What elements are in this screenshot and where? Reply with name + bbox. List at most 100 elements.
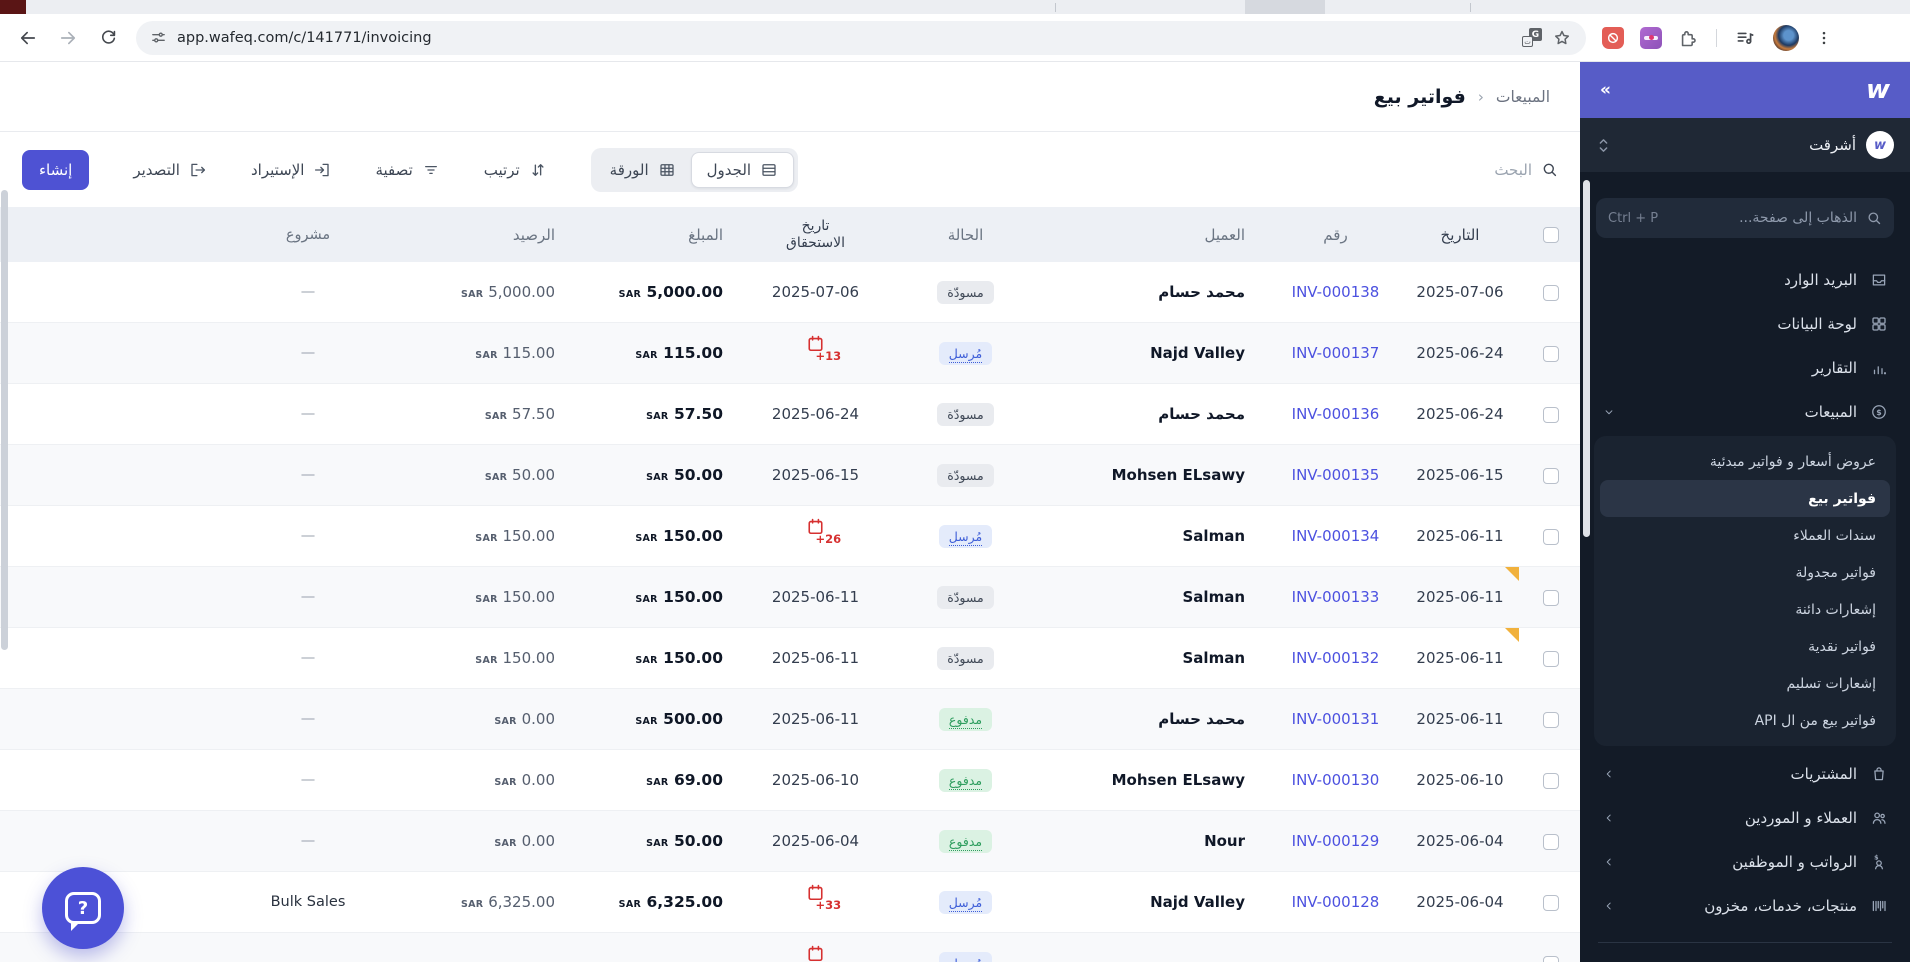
row-checkbox[interactable]: [1543, 528, 1559, 545]
invoice-row[interactable]: مُرسل: [0, 933, 1580, 962]
row-checkbox[interactable]: [1543, 711, 1559, 728]
sidebar-scrollbar-thumb[interactable]: [1583, 180, 1590, 537]
column-header-date[interactable]: التاريخ: [1398, 226, 1522, 244]
workspace-name: أشرقت: [1809, 136, 1856, 154]
row-checkbox[interactable]: [1543, 894, 1559, 911]
invoice-link[interactable]: INV-000136: [1292, 405, 1380, 423]
sidebar-item[interactable]: البريد الوارد: [1594, 258, 1896, 302]
translate-icon[interactable]: Gت: [1522, 28, 1542, 47]
browser-profile-avatar[interactable]: [1773, 24, 1799, 51]
row-checkbox[interactable]: [1543, 284, 1559, 301]
view-table-button[interactable]: الجدول: [690, 151, 795, 188]
invoice-link[interactable]: INV-000138: [1292, 283, 1380, 301]
invoice-row[interactable]: 2025-06-04 INV-000129 Nour مدفوع 2025-06-04 S…: [0, 811, 1580, 872]
view-sheet-button[interactable]: الورقة: [595, 152, 691, 188]
row-checkbox[interactable]: [1543, 467, 1559, 484]
invoice-link[interactable]: INV-000132: [1292, 649, 1380, 667]
invoice-row[interactable]: 2025-06-15 INV-000135 Mohsen ELsawy مسودّة 2…: [0, 445, 1580, 506]
menu-kebab-icon[interactable]: [1815, 29, 1833, 47]
submenu-item-active[interactable]: فواتير بيع: [1600, 480, 1890, 517]
page-scrollbar-thumb[interactable]: [1, 190, 8, 650]
site-info-icon[interactable]: [150, 29, 167, 46]
sidebar-collapse-icon[interactable]: »: [1600, 80, 1611, 100]
import-button[interactable]: الإستيراد: [251, 161, 331, 179]
submenu-item[interactable]: سندات العملاء: [1600, 517, 1890, 554]
workspace-switcher[interactable]: w أشرقت: [1580, 118, 1910, 172]
invoice-link[interactable]: INV-000135: [1292, 466, 1380, 484]
sheet-view-icon: [658, 161, 676, 179]
row-checkbox[interactable]: [1543, 955, 1559, 962]
invoice-link[interactable]: INV-000137: [1292, 344, 1380, 362]
invoice-row[interactable]: 2025-06-11 INV-000133 Salman مسودّة 2025-06-…: [0, 567, 1580, 628]
due-header-line1: تاريخ: [801, 217, 830, 234]
invoice-row[interactable]: 2025-06-11 INV-000134 Salman مُرسل +26 SAR 15…: [0, 506, 1580, 567]
sidebar-item[interactable]: $ المبيعات: [1594, 390, 1896, 434]
invoice-status: مُرسل: [898, 341, 1033, 365]
sidebar-group[interactable]: $ الرواتب و الموظفين: [1594, 840, 1896, 884]
column-header-status[interactable]: الحالة: [898, 226, 1033, 244]
row-checkbox[interactable]: [1543, 772, 1559, 789]
invoice-link[interactable]: INV-000134: [1292, 527, 1380, 545]
column-header-balance[interactable]: الرصيد: [428, 226, 583, 244]
extensions-puzzle-icon[interactable]: [1678, 28, 1698, 48]
invoice-link[interactable]: INV-000133: [1292, 588, 1380, 606]
breadcrumb: المبيعات ‹ فواتير بيع: [0, 62, 1580, 132]
reading-list-icon[interactable]: [1735, 28, 1755, 48]
column-header-due-date[interactable]: تاريخ الاستحقاق: [733, 218, 898, 252]
select-all-checkbox[interactable]: [1543, 227, 1559, 243]
sidebar-group[interactable]: منتجات، خدمات، مخزون: [1594, 884, 1896, 928]
invoice-row[interactable]: 2025-06-04 INV-000128 Najd Valley مُرسل +33 S…: [0, 872, 1580, 933]
sort-button[interactable]: ترتيب: [484, 161, 547, 179]
create-button[interactable]: إنشاء: [22, 149, 90, 190]
url-bar[interactable]: app.wafeq.com/c/141771/invoicing Gت: [136, 20, 1586, 55]
row-checkbox[interactable]: [1543, 833, 1559, 850]
sidebar-item[interactable]: التقارير: [1594, 346, 1896, 390]
invoice-row[interactable]: 2025-06-10 INV-000130 Mohsen ELsawy مدفوع 20…: [0, 750, 1580, 811]
invoice-status: مسودّة: [898, 402, 1033, 426]
row-checkbox[interactable]: [1543, 345, 1559, 362]
invoice-link[interactable]: INV-000128: [1292, 893, 1380, 911]
submenu-item[interactable]: فواتير بيع من ال API: [1600, 702, 1890, 739]
export-button[interactable]: التصدير: [133, 161, 207, 179]
sidebar-group[interactable]: المشتريات: [1594, 752, 1896, 796]
column-header-number[interactable]: رقم: [1273, 226, 1398, 244]
row-checkbox[interactable]: [1543, 589, 1559, 606]
sidebar-group[interactable]: العملاء و الموردين: [1594, 796, 1896, 840]
invoice-row[interactable]: 2025-07-06 INV-000138 محمد حسام مسودّة 2025-…: [0, 262, 1580, 323]
submenu-item[interactable]: إشعارات دائنة: [1600, 591, 1890, 628]
forward-icon[interactable]: [50, 20, 86, 56]
view-switcher: الجدول الورقة: [590, 147, 799, 192]
invoice-row[interactable]: 2025-06-24 INV-000137 Najd Valley مُرسل +13 S…: [0, 323, 1580, 384]
invoice-customer: Mohsen ELsawy: [1111, 771, 1245, 789]
submenu-item[interactable]: إشعارات تسليم: [1600, 665, 1890, 702]
back-icon[interactable]: [10, 20, 46, 56]
goto-page-search[interactable]: الذهاب إلى صفحة... Ctrl + P: [1596, 198, 1894, 238]
products-icon: [1870, 897, 1888, 915]
submenu-item[interactable]: فواتير مجدولة: [1600, 554, 1890, 591]
submenu-item[interactable]: عروض أسعار و فواتير مبدئية: [1600, 443, 1890, 480]
invoice-due-date: 2025-06-11: [771, 588, 860, 606]
invoice-link[interactable]: INV-000129: [1292, 832, 1380, 850]
invoice-row[interactable]: 2025-06-11 INV-000132 Salman مسودّة 2025-06-…: [0, 628, 1580, 689]
adblock-extension-icon[interactable]: [1602, 26, 1624, 49]
invoice-link[interactable]: INV-000130: [1292, 771, 1380, 789]
submenu-item[interactable]: فواتير نقدية: [1600, 628, 1890, 665]
table-search-button[interactable]: البحث: [1494, 161, 1558, 179]
column-header-customer[interactable]: العميل: [1033, 226, 1273, 244]
row-checkbox[interactable]: [1543, 406, 1559, 423]
invoice-row[interactable]: 2025-06-24 INV-000136 محمد حسام مسودّة 2025-…: [0, 384, 1580, 445]
row-checkbox[interactable]: [1543, 650, 1559, 667]
bookmark-star-icon[interactable]: [1552, 28, 1572, 48]
invoice-link[interactable]: INV-000131: [1292, 710, 1380, 728]
invoice-row[interactable]: 2025-06-11 INV-000131 محمد حسام مدفوع 2025-0…: [0, 689, 1580, 750]
sidebar-item[interactable]: لوحة البيانات: [1594, 302, 1896, 346]
invoice-balance: SAR 57.50: [484, 405, 555, 423]
breadcrumb-parent[interactable]: المبيعات: [1496, 88, 1550, 106]
url-text[interactable]: app.wafeq.com/c/141771/invoicing: [177, 30, 432, 46]
filter-button[interactable]: تصفية: [375, 161, 439, 179]
column-header-project[interactable]: مشروع: [188, 227, 428, 243]
help-button[interactable]: ?: [42, 867, 124, 949]
purple-extension-icon[interactable]: [1640, 26, 1662, 49]
column-header-amount[interactable]: المبلغ: [583, 226, 733, 244]
reload-icon[interactable]: [90, 20, 126, 56]
